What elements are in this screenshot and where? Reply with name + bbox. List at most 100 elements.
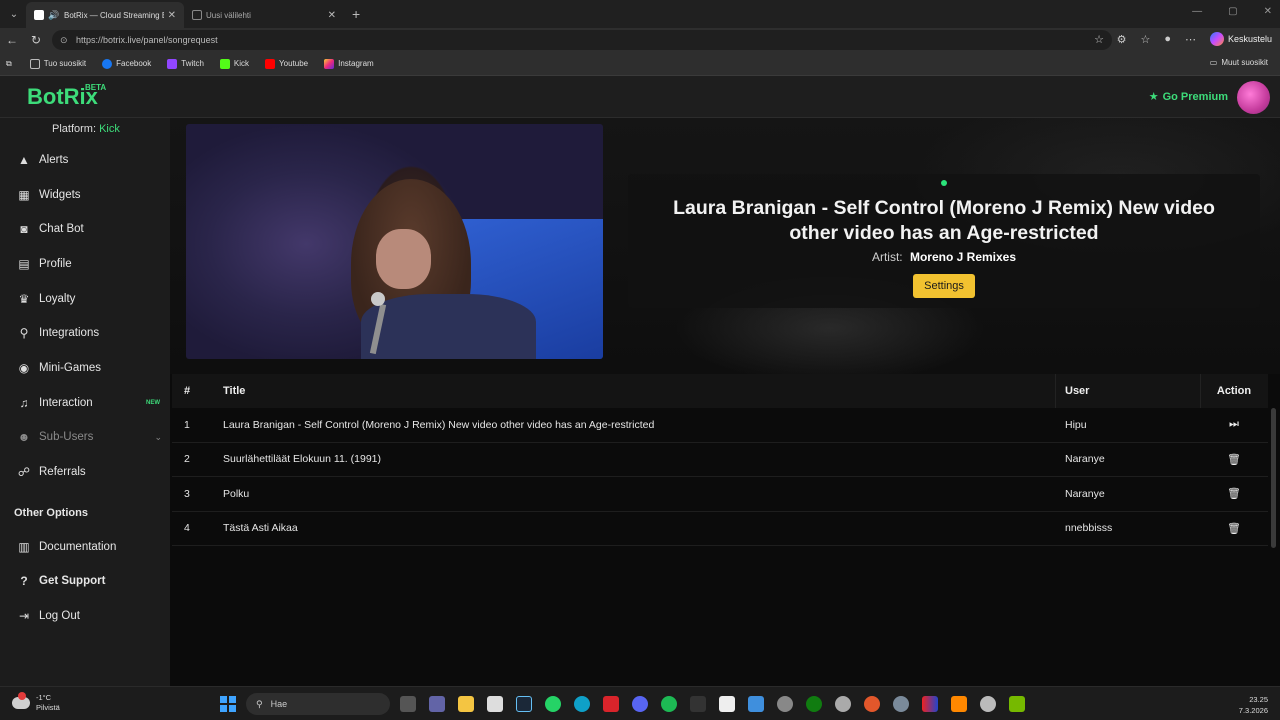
document-icon[interactable] [719,696,735,712]
col-num-header: # [184,385,191,397]
calculator-icon[interactable] [487,696,503,712]
favorites-icon[interactable]: ☆ [1140,33,1150,46]
tab-actions-menu-icon[interactable]: ⌄ [2,3,26,25]
kick-icon [219,58,230,69]
app-red-circle-icon[interactable] [864,696,880,712]
trash-icon[interactable]: 🗑 [1209,453,1259,466]
referrals-icon: ☍ [17,465,31,479]
video-player[interactable] [186,124,603,359]
app-l-icon[interactable] [603,696,619,712]
close-tab-icon[interactable]: ✕ [328,10,336,21]
more-menu-icon[interactable]: ⋯ [1185,33,1196,46]
sidebar-item-integrations[interactable]: ⚲ Integrations [0,316,170,350]
bookmarks-bar: ⧉ Tuo suosikit Facebook Twitch Kick Yout… [0,52,1280,76]
profile-icon[interactable]: ● [1164,33,1171,45]
extensions-icon[interactable]: ⚙ [1117,33,1127,46]
tab-botrix[interactable]: 🔊 BotRix — Cloud Streaming Bot ✕ [26,2,184,28]
teams-icon[interactable] [429,696,445,712]
bookmark-twitch[interactable]: Twitch [167,58,204,69]
minimize-icon[interactable]: — [1192,6,1202,17]
other-bookmarks[interactable]: ▭ Muut suosikit [1210,58,1268,67]
settings-gear-icon[interactable] [777,696,793,712]
sidebar-item-widgets[interactable]: ▦ Widgets [0,178,170,212]
folder-icon: ▭ [1209,58,1218,67]
sidebar-item-log-out[interactable]: ⇥ Log Out [0,599,170,633]
windows-taskbar: -1°C Pilvistä ⚲ Hae 23.25 7.3.2026 [0,686,1280,720]
question-icon: ? [20,574,28,588]
vlc-icon[interactable] [951,696,967,712]
copilot-button[interactable]: Keskustelu [1209,32,1272,46]
botrix-app: BotRix BETA ★ Go Premium Platform: Kick … [0,76,1280,686]
app-g-icon[interactable] [690,696,706,712]
trash-icon[interactable]: 🗑 [1209,522,1259,535]
song-queue-table: # Title User Action 1 Laura Branigan - S… [172,374,1268,546]
edge-icon[interactable] [574,696,590,712]
platform-indicator[interactable]: Platform: Kick [52,123,120,135]
mail-icon[interactable] [748,696,764,712]
bookmark-facebook[interactable]: Facebook [102,58,151,69]
now-playing-card: Laura Branigan - Self Control (Moreno J … [628,174,1260,308]
system-clock[interactable]: 23.25 7.3.2026 [1239,694,1268,716]
favorite-star-icon[interactable]: ☆ [1094,33,1104,46]
app-circle-icon[interactable] [835,696,851,712]
weather-widget[interactable]: -1°C Pilvistä [12,692,60,713]
reload-icon[interactable]: ↻ [24,33,48,47]
task-view-icon[interactable] [400,696,416,712]
xbox-icon[interactable] [806,696,822,712]
sidebar-item-get-support[interactable]: ? Get Support [0,564,170,598]
col-user-header: User [1065,385,1090,397]
gear-app-icon[interactable] [893,696,909,712]
sidebar-item-loyalty[interactable]: ♛ Loyalty [0,282,170,316]
site-info-icon[interactable]: ⊙ [60,35,70,45]
avatar[interactable] [1237,81,1270,114]
go-premium-button[interactable]: ★ Go Premium [1149,90,1228,104]
bookmark-kick[interactable]: Kick [219,58,249,69]
sidebar-item-mini-games[interactable]: ◉ Mini-Games [0,351,170,385]
close-tab-icon[interactable]: ✕ [168,10,176,21]
sidebar-item-alerts[interactable]: ▲ Alerts [0,143,170,177]
sidebar-item-documentation[interactable]: ▥ Documentation [0,530,170,564]
app-header: BotRix BETA ★ Go Premium [0,76,1280,118]
speaker-icon[interactable]: 🔊 [48,10,60,20]
sidebar-item-profile[interactable]: ▤ Profile [0,247,170,281]
maximize-icon[interactable]: ▢ [1228,6,1237,17]
bookmark-import[interactable]: Tuo suosikit [29,58,86,69]
now-playing-title: Laura Branigan - Self Control (Moreno J … [673,197,1215,244]
discord-icon[interactable] [632,696,648,712]
video-singer-body [361,294,536,359]
windows-start-icon[interactable] [220,696,236,712]
table-row: 3 Polku Naranye 🗑 [172,477,1268,512]
sidebar-item-interaction[interactable]: ♫ Interaction NEW [0,386,170,420]
back-arrow-icon[interactable]: ← [0,33,24,47]
steam-icon[interactable] [516,696,532,712]
scrollbar[interactable] [1271,408,1276,548]
sidebar-item-referrals[interactable]: ☍ Referrals [0,455,170,489]
trash-icon[interactable]: 🗑 [1209,487,1259,500]
gamepad-icon: ◉ [18,361,30,375]
browser-window: ⌄ 🔊 BotRix — Cloud Streaming Bot ✕ Uusi … [0,0,1280,720]
file-explorer-icon[interactable] [458,696,474,712]
search-icon: ⚲ [256,698,263,709]
spotify-icon[interactable] [661,696,677,712]
new-tab-plus-icon[interactable]: + [352,6,360,22]
sidebar-toggle-icon[interactable]: ⧉ [6,59,12,69]
table-row: 4 Tästä Asti Aikaa nnebbisss 🗑 [172,512,1268,546]
close-window-icon[interactable]: ✕ [1264,6,1272,17]
skip-icon[interactable]: ⏭ [1209,418,1259,431]
settings-button[interactable]: Settings [913,274,975,298]
users-icon: ☻ [17,430,31,444]
sidebar-item-sub-users[interactable]: ☻ Sub-Users ⌄ [0,420,170,454]
nvidia-icon[interactable] [1009,696,1025,712]
tab-new[interactable]: Uusi välilehti ✕ [184,2,344,28]
weather-condition: Pilvistä [36,703,60,712]
other-options-heading: Other Options [14,507,88,519]
whatsapp-icon[interactable] [545,696,561,712]
app-red-blue-icon[interactable] [922,696,938,712]
bookmark-instagram[interactable]: Instagram [324,58,374,69]
taskbar-search[interactable]: ⚲ Hae [246,693,390,715]
bookmark-youtube[interactable]: Youtube [265,58,308,69]
chevron-down-icon[interactable]: ⌄ [154,432,162,443]
url-field[interactable]: ⊙ https://botrix.live/panel/songrequest … [52,30,1112,50]
sidebar-item-chat-bot[interactable]: ◙ Chat Bot [0,212,170,246]
app-white-icon[interactable] [980,696,996,712]
